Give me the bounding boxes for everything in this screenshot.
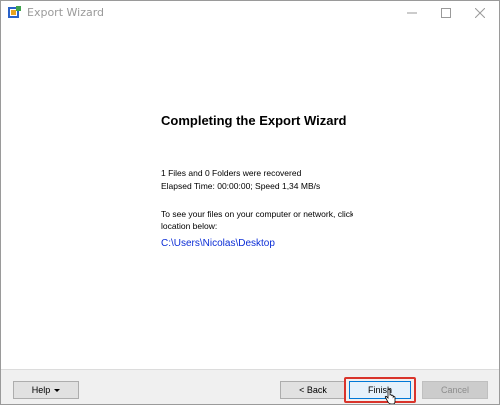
location-link[interactable]: C:\Users\Nicolas\Desktop bbox=[161, 238, 275, 249]
back-button[interactable]: < Back bbox=[280, 381, 346, 399]
window-title: Export Wizard bbox=[27, 6, 105, 19]
instructions-text: To see your files on your computer or ne… bbox=[161, 208, 353, 232]
title-bar: Export Wizard bbox=[1, 1, 499, 25]
export-wizard-window: Export Wizard Completing the Export Wiza… bbox=[0, 0, 500, 405]
minimize-button[interactable] bbox=[397, 1, 427, 25]
maximize-button[interactable] bbox=[431, 1, 461, 25]
chevron-down-icon bbox=[54, 388, 61, 392]
export-wizard-app-icon bbox=[8, 6, 21, 18]
help-button-label: Help bbox=[31, 385, 51, 395]
finish-button[interactable]: Finish bbox=[349, 381, 411, 399]
cancel-button[interactable]: Cancel bbox=[422, 381, 488, 399]
elapsed-time: Elapsed Time: 00:00:00; Speed 1,34 MB/s bbox=[161, 181, 321, 191]
footer-bar: Help < Back Finish Cancel bbox=[1, 369, 499, 404]
finish-highlight: Finish bbox=[344, 377, 416, 403]
instructions-line-2: location below: bbox=[161, 221, 218, 231]
minimize-icon bbox=[407, 12, 417, 14]
instructions-line-1: To see your files on your computer or ne… bbox=[161, 209, 353, 219]
hand-cursor-icon bbox=[384, 389, 396, 404]
recovered-summary: 1 Files and 0 Folders were recovered bbox=[161, 168, 302, 178]
help-button[interactable]: Help bbox=[13, 381, 79, 399]
page-heading: Completing the Export Wizard bbox=[161, 113, 347, 128]
close-button[interactable] bbox=[465, 1, 495, 25]
close-icon bbox=[475, 8, 485, 18]
maximize-icon bbox=[441, 8, 451, 18]
